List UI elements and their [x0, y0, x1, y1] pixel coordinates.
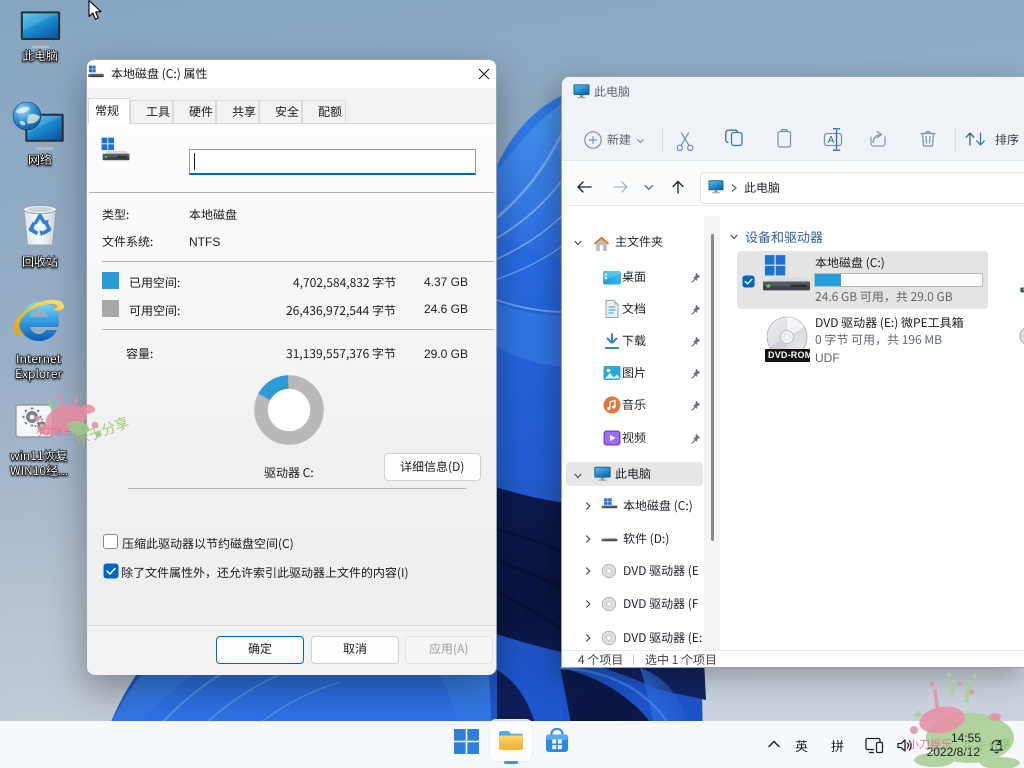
svg-text:A: A — [828, 135, 835, 146]
